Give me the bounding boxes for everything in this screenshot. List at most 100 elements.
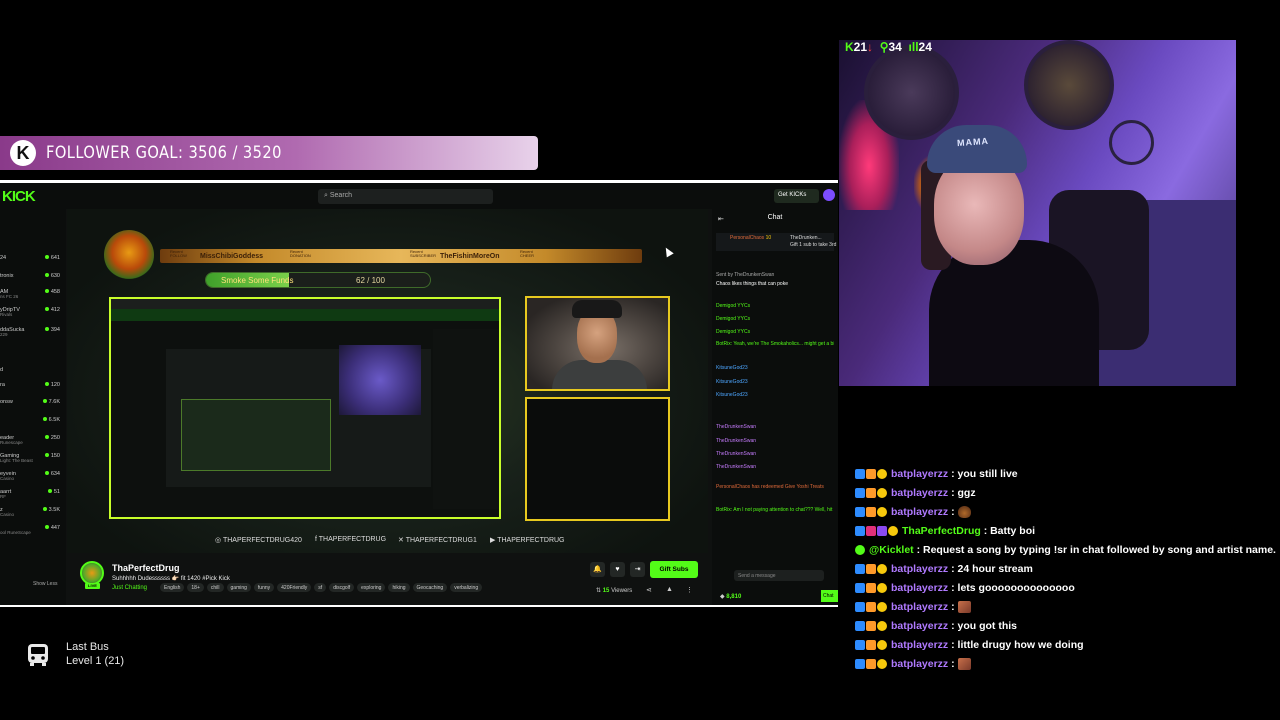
nested-green-bar — [111, 309, 499, 321]
stream-tag[interactable]: verbalizing — [450, 583, 483, 592]
chat-message: Demigod YYCs — [716, 303, 751, 309]
sidebar-channel[interactable]: d — [0, 367, 64, 377]
search-placeholder: Search — [329, 192, 353, 199]
coin-icon — [877, 487, 887, 498]
sidebar-channel-name: onsw — [0, 399, 13, 405]
chat-send-button[interactable]: Chat — [821, 590, 838, 602]
stream-tag[interactable]: 420Friendly — [277, 583, 312, 592]
sidebar-channel[interactable]: 447 ool RuneScape — [0, 525, 64, 535]
sidebar-channel[interactable]: tronix 630 — [0, 273, 64, 283]
kick-chat-panel: ⇤ Chat PersonalChaos 10 TheDrunken... Gi… — [712, 209, 838, 605]
channel-avatar[interactable] — [80, 561, 104, 585]
sidebar-viewer-count: 6.5K — [43, 417, 60, 423]
stream-category[interactable]: Just Chatting — [112, 585, 147, 591]
gift-badge-icon — [866, 582, 876, 593]
overlay-chat-user: batplayerzz — [891, 581, 949, 594]
streamer-webcam — [525, 296, 670, 391]
sidebar-channel[interactable]: Gaming 150 Light: The Beast — [0, 453, 64, 463]
show-less-link[interactable]: Show Less — [33, 581, 57, 587]
stream-tag[interactable]: Geocaching — [412, 583, 448, 592]
sidebar-channel[interactable]: AM 458 ns FC 26 — [0, 289, 64, 299]
sidebar-viewer-count: 634 — [45, 471, 60, 477]
social-link: f THAPERFECTDRUG — [315, 536, 386, 543]
sidebar-channel[interactable]: z 3.5K Casino — [0, 507, 64, 517]
chat-message: KitsuneGod23 — [716, 365, 748, 371]
stream-tags: English 18+ chill gaming funny 420Friendly sf d… — [160, 583, 483, 593]
sidebar-channel[interactable]: onsw 7.6K — [0, 399, 64, 409]
sidebar-channel[interactable]: aarrt 51 RF — [0, 489, 64, 499]
overlay-chat-user: batplayerzz — [891, 619, 949, 632]
kick-logo[interactable]: KICK — [2, 188, 36, 205]
coin-icon — [888, 525, 898, 536]
sidebar-channel-category: Light: The Beast — [0, 458, 33, 463]
alert-icon[interactable]: ▲ — [666, 586, 673, 593]
sidebar-channel[interactable]: 6.5K — [0, 417, 64, 427]
overlay-chat-text: : — [951, 600, 955, 613]
face-emote-icon — [957, 600, 971, 613]
stream-tag[interactable]: chill — [206, 583, 224, 592]
sidebar-channel[interactable]: ddaSucka 394 229 — [0, 327, 64, 337]
sidebar-channel[interactable]: ra 120 — [0, 382, 64, 392]
sidebar-channel[interactable]: eader 250 Runescape — [0, 435, 64, 445]
heart-icon[interactable]: ♥ — [610, 562, 625, 577]
follower-goal-text: FOLLOWER GOAL: 3506 / 3520 — [46, 143, 282, 163]
stream-tag[interactable]: sf — [314, 583, 327, 592]
stream-tag[interactable]: exploring — [357, 583, 386, 592]
overlay-chat-text: : ggz — [951, 486, 976, 499]
overlay-chat-text: : — [951, 657, 955, 670]
webcam-feed: MAMA K21↓ ⚲34 ıll24 — [839, 40, 1236, 386]
search-input[interactable]: ⌕ Search — [318, 189, 493, 204]
send-message-input[interactable]: Send a message — [734, 570, 824, 581]
profile-avatar[interactable] — [823, 189, 835, 201]
coin-icon — [877, 563, 887, 574]
verified-icon — [855, 620, 865, 631]
last-bus-title: Last Bus — [66, 641, 109, 653]
sidebar-channel[interactable]: yDripTV 412 Rivals — [0, 307, 64, 317]
youtube-icon: ▶ — [490, 537, 496, 544]
kick-topbar: KICK ⌕ Search Get KICKs — [0, 183, 838, 209]
stream-tag[interactable]: English — [160, 583, 185, 592]
overlay-chat-message: ThaPerfectDrug : Batty boi — [855, 521, 1035, 540]
gift-subs-button[interactable]: Gift Subs — [650, 561, 698, 578]
get-kicks-button[interactable]: Get KICKs — [774, 189, 819, 203]
sidebar-channel-category: Runescape — [0, 440, 23, 445]
overlay-chat-user: batplayerzz — [891, 486, 949, 499]
channel-name[interactable]: ThaPerfectDrug — [112, 563, 180, 573]
user-badges — [855, 506, 887, 517]
stream-tag[interactable]: 18+ — [187, 583, 204, 592]
gift-line: Gift 1 sub to take 3rd — [790, 242, 837, 248]
chat-title: Chat — [767, 214, 783, 221]
sidebar-viewer-count: 250 — [45, 435, 60, 441]
chaos-line: Chaos likes things that can poke — [716, 281, 788, 287]
sidebar-channel[interactable]: 24 641 — [0, 255, 64, 265]
face-emote-icon — [957, 657, 971, 670]
bell-icon[interactable]: 🔔 — [590, 562, 605, 577]
dreamcatcher — [1024, 40, 1114, 130]
social-link: ✕ THAPERFECTDRUG1 — [398, 536, 477, 544]
streamer-shirt — [552, 360, 647, 389]
coin-icon — [877, 658, 887, 669]
streamer-cap — [927, 125, 1027, 173]
overlay-chat-user: batplayerzz — [891, 467, 949, 480]
stream-tag[interactable]: funny — [253, 583, 275, 592]
share-icon[interactable]: ⋖ — [646, 586, 652, 594]
sidebar-viewer-count: 641 — [45, 255, 60, 261]
user-badges — [855, 658, 887, 669]
dreamcatcher — [864, 45, 959, 140]
social-link: ◎ THAPERFECTDRUG420 — [215, 536, 302, 544]
more-icon[interactable]: ⋮ — [686, 586, 693, 594]
gift-badge-icon — [866, 563, 876, 574]
chat-message: BotRix: Am I not paying attention to cha… — [716, 507, 834, 513]
verified-icon — [855, 582, 865, 593]
sidebar-channel[interactable]: eyvein 634 Casino — [0, 471, 64, 481]
recent-alert-name: MissChibiGoddess — [200, 253, 264, 260]
gift-icon[interactable]: ⇥ — [630, 562, 645, 577]
verified-icon — [855, 658, 865, 669]
verified-icon — [855, 487, 865, 498]
stream-tag[interactable]: hiking — [388, 583, 410, 592]
sidebar-viewer-count: 120 — [45, 382, 60, 388]
bar-chart-icon: ıll — [908, 40, 919, 54]
video-player[interactable]: Recent FOLLOW MissChibiGoddess Recent DONA… — [67, 209, 708, 553]
stream-tag[interactable]: gaming — [226, 583, 251, 592]
stream-tag[interactable]: discgolf — [329, 583, 355, 592]
